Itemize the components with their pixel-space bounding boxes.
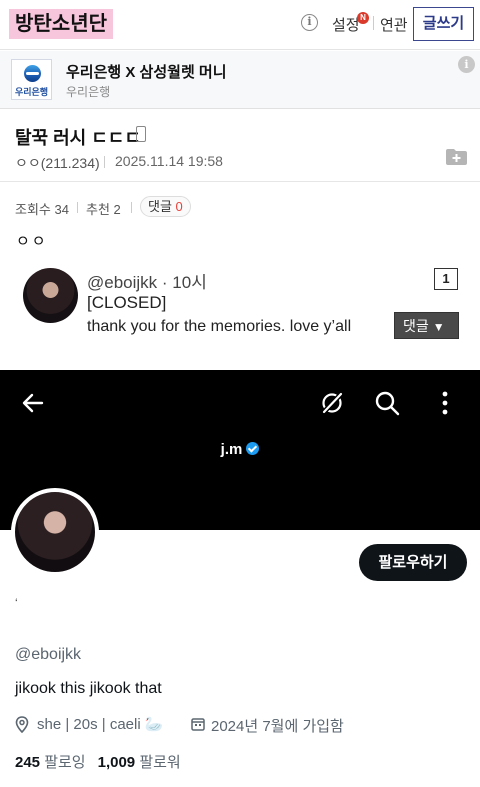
followers-label: 팔로워 [139,754,181,771]
following-label: 팔로잉 [44,754,86,771]
profile-display-name: j.m [0,441,480,458]
verified-badge-icon [246,442,260,455]
write-button[interactable]: 글쓰기 [413,7,474,41]
comments-count: 0 [175,199,183,214]
search-icon[interactable] [374,390,400,416]
settings-link[interactable]: 설정 [332,14,360,35]
divider [104,156,105,168]
divider [131,202,132,213]
view-count: 조회수 34 [15,202,69,217]
comment-dropdown[interactable]: 댓글 ▼ [394,312,459,339]
follow-button[interactable]: 팔로우하기 [359,544,467,581]
profile-bio: jikook this jikook that [15,680,162,697]
location-icon [15,716,29,733]
bank-logo-text: 우리은행 [14,87,49,97]
post-header: 탈꾹 러시 ㄷㄷㄷ ㅇㅇ(211.234) 2025.11.14 19:58 [0,110,480,182]
grok-icon[interactable] [319,390,345,416]
tweet-avatar [23,268,78,323]
calendar-icon [191,718,205,731]
comment-dropdown-label: 댓글 [403,318,429,334]
bank-logo: 우리은행 [11,59,52,100]
follow-stats: 245 팔로잉 1,009 팔로워 [15,751,181,772]
more-options-icon[interactable] [435,390,455,416]
gallery-title[interactable]: 방탄소년단 [9,9,113,39]
mobile-icon [136,126,146,142]
profile-joined: 2024년 7월에 가입함 [211,718,344,735]
ad-title[interactable]: 우리은행 X 삼성월렛 머니 [66,61,227,82]
tweet-handle: @eboijkk · 10시 [87,273,207,292]
tweet-text-line: [CLOSED] [87,293,167,312]
profile-location: she | 20s | caeli 🦢 [37,716,164,733]
ad-subtitle: 우리은행 [66,85,111,99]
bio-mark: ‘ [15,596,18,610]
post-date: 2025.11.14 19:58 [115,153,223,169]
folder-add-icon[interactable] [446,149,467,165]
divider [77,202,78,213]
recommend-count: 추천 2 [86,202,121,217]
info-icon[interactable]: i [301,14,318,31]
bank-logo-mark [24,65,41,82]
back-arrow-icon[interactable] [20,390,46,416]
profile-avatar[interactable] [11,488,99,576]
ad-banner[interactable]: 우리은행 우리은행 X 삼성월렛 머니 우리은행 [0,51,480,109]
followers-link[interactable]: 1,009 팔로워 [98,754,181,771]
post-body: ㅇㅇ [16,233,48,250]
tweet-text-line: thank you for the memories. love y’all [87,318,352,335]
post-title: 탈꾹 러시 ㄷㄷㄷ [15,128,141,148]
caret-down-icon: ▼ [432,320,445,334]
image-page-number: 1 [434,268,458,290]
post-author[interactable]: ㅇㅇ(211.234) [15,153,100,173]
post-stats: 조회수 34 추천 2 댓글 0 [0,194,480,220]
new-badge: N [357,12,369,24]
profile-handle: @eboijkk [15,646,82,663]
comments-button[interactable]: 댓글 0 [140,196,191,217]
ad-info-icon[interactable]: i [458,56,475,73]
comments-label: 댓글 [148,199,172,214]
related-link[interactable]: 연관 [380,14,408,35]
following-link[interactable]: 245 팔로잉 [15,754,86,771]
followers-count: 1,009 [97,754,136,771]
display-name-text: j.m [220,441,243,458]
top-bar: 방탄소년단 i 설정 N 연관 글쓰기 [0,0,480,50]
following-count: 245 [15,754,41,771]
divider [373,16,374,30]
